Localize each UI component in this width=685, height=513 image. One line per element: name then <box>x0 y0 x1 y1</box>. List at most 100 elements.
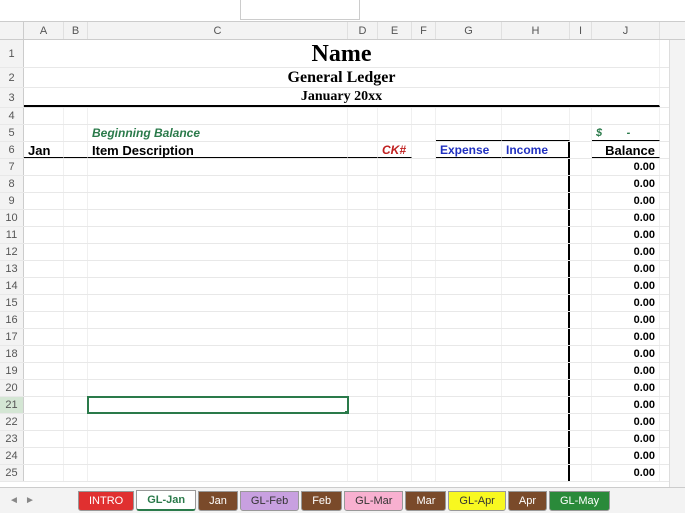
cell[interactable] <box>570 465 592 481</box>
cell[interactable] <box>88 312 348 328</box>
cell[interactable] <box>24 261 64 277</box>
row-header[interactable]: 1 <box>0 40 24 67</box>
cell[interactable] <box>348 380 378 396</box>
cell[interactable] <box>412 346 436 362</box>
cell[interactable] <box>64 380 88 396</box>
cell[interactable] <box>348 142 378 158</box>
subtitle[interactable]: General Ledger <box>24 68 660 87</box>
balance-cell[interactable]: 0.00 <box>592 431 660 447</box>
cell[interactable] <box>570 142 592 158</box>
row-header[interactable]: 2 <box>0 68 24 87</box>
sheet-tab-INTRO[interactable]: INTRO <box>78 491 134 511</box>
cell[interactable] <box>570 329 592 345</box>
cell[interactable] <box>436 193 502 209</box>
sheet-tab-GL-Apr[interactable]: GL-Apr <box>448 491 505 511</box>
row-header[interactable]: 18 <box>0 346 24 362</box>
cell[interactable] <box>64 363 88 379</box>
cell[interactable] <box>348 261 378 277</box>
cell[interactable] <box>502 108 570 124</box>
cell[interactable] <box>436 108 502 124</box>
cell[interactable] <box>570 295 592 311</box>
sheet-tab-Feb[interactable]: Feb <box>301 491 342 511</box>
cell[interactable] <box>64 244 88 260</box>
cell[interactable] <box>24 346 64 362</box>
cell[interactable] <box>64 210 88 226</box>
cell[interactable] <box>412 312 436 328</box>
cell[interactable] <box>378 278 412 294</box>
cell[interactable] <box>436 329 502 345</box>
cell[interactable] <box>502 176 570 192</box>
cell[interactable] <box>436 465 502 481</box>
sheet-tab-GL-Jan[interactable]: GL-Jan <box>136 490 196 511</box>
cell[interactable] <box>24 363 64 379</box>
cell[interactable] <box>570 193 592 209</box>
cell[interactable] <box>348 346 378 362</box>
cell[interactable] <box>24 176 64 192</box>
cell[interactable] <box>412 125 436 141</box>
cell[interactable] <box>378 295 412 311</box>
cell[interactable] <box>502 346 570 362</box>
cell[interactable] <box>378 363 412 379</box>
cell[interactable] <box>436 261 502 277</box>
cell[interactable] <box>502 448 570 464</box>
cell[interactable] <box>502 278 570 294</box>
cell[interactable] <box>502 312 570 328</box>
cell[interactable] <box>378 448 412 464</box>
cell[interactable] <box>64 312 88 328</box>
cell[interactable] <box>64 346 88 362</box>
cell[interactable] <box>412 414 436 430</box>
cell[interactable] <box>436 176 502 192</box>
sheet-tab-GL-Mar[interactable]: GL-Mar <box>344 491 403 511</box>
balance-cell[interactable]: 0.00 <box>592 397 660 413</box>
cell[interactable] <box>436 448 502 464</box>
cell[interactable] <box>436 363 502 379</box>
cell[interactable] <box>24 244 64 260</box>
sheet-tab-Apr[interactable]: Apr <box>508 491 547 511</box>
cell[interactable] <box>436 210 502 226</box>
balance-cell[interactable]: 0.00 <box>592 210 660 226</box>
cell[interactable] <box>378 227 412 243</box>
cell[interactable] <box>436 346 502 362</box>
cell[interactable] <box>348 125 378 141</box>
cell[interactable] <box>24 312 64 328</box>
cell[interactable] <box>64 431 88 447</box>
cell[interactable] <box>570 159 592 175</box>
cell[interactable] <box>378 176 412 192</box>
cell[interactable] <box>378 159 412 175</box>
cell[interactable] <box>502 244 570 260</box>
balance-cell[interactable]: 0.00 <box>592 278 660 294</box>
cell[interactable] <box>502 125 570 141</box>
sheet-tab-Jan[interactable]: Jan <box>198 491 238 511</box>
cell[interactable] <box>348 397 378 413</box>
row-header[interactable]: 4 <box>0 108 24 124</box>
cell[interactable] <box>378 210 412 226</box>
row-header[interactable]: 11 <box>0 227 24 243</box>
row-header[interactable]: 13 <box>0 261 24 277</box>
col-header-B[interactable]: B <box>64 22 88 39</box>
balance-cell[interactable]: 0.00 <box>592 329 660 345</box>
cell[interactable] <box>88 108 348 124</box>
balance-cell[interactable]: 0.00 <box>592 380 660 396</box>
balance-cell[interactable]: 0.00 <box>592 193 660 209</box>
cell[interactable] <box>412 465 436 481</box>
cell[interactable] <box>348 363 378 379</box>
cell[interactable] <box>412 329 436 345</box>
cell[interactable] <box>64 329 88 345</box>
row-header[interactable]: 23 <box>0 431 24 447</box>
cell[interactable] <box>348 431 378 447</box>
cell[interactable] <box>570 448 592 464</box>
cell[interactable] <box>570 312 592 328</box>
cell[interactable] <box>412 142 436 158</box>
cell[interactable] <box>348 159 378 175</box>
cell[interactable] <box>88 278 348 294</box>
cell[interactable] <box>436 431 502 447</box>
balance-cell[interactable]: 0.00 <box>592 363 660 379</box>
sheet-tab-Mar[interactable]: Mar <box>405 491 446 511</box>
cell[interactable] <box>64 159 88 175</box>
cell[interactable] <box>570 210 592 226</box>
col-header-J[interactable]: J <box>592 22 660 39</box>
balance-cell[interactable]: 0.00 <box>592 261 660 277</box>
cell[interactable] <box>24 465 64 481</box>
cell[interactable] <box>436 397 502 413</box>
cell[interactable] <box>64 414 88 430</box>
